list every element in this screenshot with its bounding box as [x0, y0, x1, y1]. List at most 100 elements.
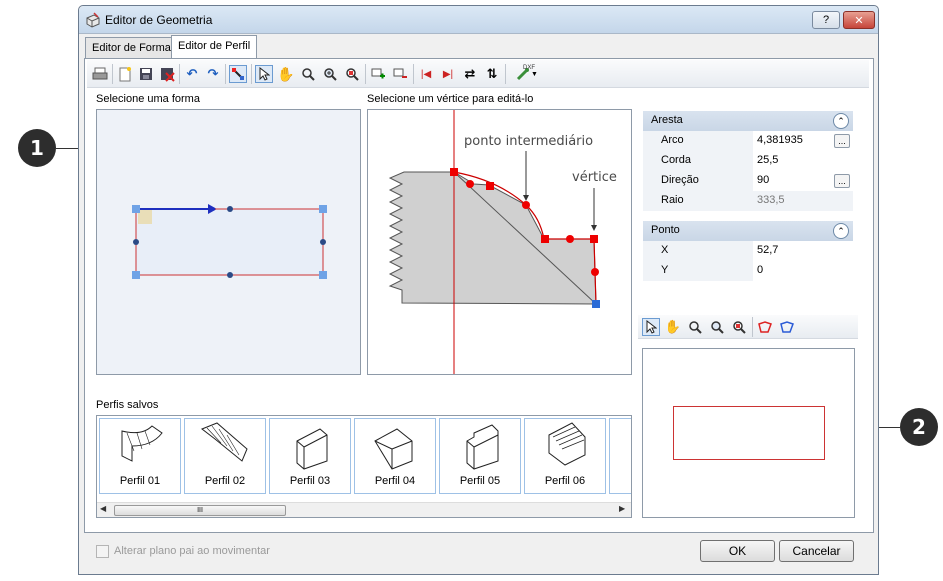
- toolbar-separator: [225, 64, 226, 84]
- profile-thumbnail[interactable]: Perfil 06: [524, 418, 606, 494]
- edit-vertex-icon[interactable]: [229, 65, 247, 83]
- profile-label: Perfil 04: [374, 475, 416, 487]
- profile-thumbnail[interactable]: Perfil 05: [439, 418, 521, 494]
- scroll-grip: III: [197, 507, 203, 514]
- saved-profiles-label: Perfis salvos: [96, 399, 159, 411]
- print-icon[interactable]: [91, 65, 109, 83]
- profile-02-icon: [200, 422, 248, 462]
- aresta-header[interactable]: Aresta ⌃: [643, 111, 853, 131]
- profile-label: Perfil 03: [289, 475, 331, 487]
- tab-shape-editor[interactable]: Editor de Forma: [85, 37, 178, 58]
- vertex-panel-label: Selecione um vértice para editá-lo: [367, 93, 534, 105]
- scroll-left-icon[interactable]: ◀: [100, 504, 106, 513]
- property-row-y[interactable]: Y 0: [643, 261, 853, 281]
- reverse-icon[interactable]: ⇄: [461, 65, 479, 83]
- profile-03-icon: [296, 428, 328, 470]
- profile-label: Perfil 01: [119, 475, 161, 487]
- property-row-x[interactable]: X 52,7: [643, 241, 853, 261]
- move-parent-plane-checkbox[interactable]: [96, 545, 109, 558]
- add-vertex-icon[interactable]: [369, 65, 387, 83]
- red-profile-icon[interactable]: [756, 318, 774, 336]
- property-key: Raio: [643, 191, 753, 211]
- property-key: Arco: [643, 131, 753, 151]
- intermediate-point-annotation: ponto intermediário: [464, 134, 594, 149]
- toolbar-separator: [112, 64, 113, 84]
- horizontal-scrollbar[interactable]: ◀ III ▶: [97, 502, 631, 517]
- undo-icon[interactable]: ↶: [183, 65, 201, 83]
- flip-icon[interactable]: ⇅: [483, 65, 501, 83]
- remove-vertex-icon[interactable]: [391, 65, 409, 83]
- select-icon[interactable]: [255, 65, 273, 83]
- ponto-header[interactable]: Ponto ⌃: [643, 221, 853, 241]
- profile-01-icon: [121, 425, 163, 462]
- aresta-header-label: Aresta: [651, 114, 683, 126]
- profile-thumbnail[interactable]: Perfil 03: [269, 418, 351, 494]
- help-button[interactable]: ?: [812, 11, 840, 29]
- select-icon[interactable]: [642, 318, 660, 336]
- collapse-icon[interactable]: ⌃: [833, 223, 849, 239]
- last-icon[interactable]: ▶|: [439, 65, 457, 83]
- toolbar-separator: [752, 317, 753, 337]
- blue-profile-icon[interactable]: [778, 318, 796, 336]
- thumbnails-strip: Perfil 01 Perfil 02 Perfil 03 Perfil 04 …: [99, 418, 631, 496]
- zoom-in-icon[interactable]: [708, 318, 726, 336]
- preview-toolbar: ✋: [638, 315, 858, 339]
- arco-browse-button[interactable]: ...: [834, 134, 850, 148]
- title-bar[interactable]: Editor de Geometria ? ✕: [79, 6, 878, 34]
- profile-drawing: [388, 110, 600, 374]
- pan-icon[interactable]: ✋: [277, 65, 295, 83]
- property-key: Y: [643, 261, 753, 281]
- vertex-canvas[interactable]: ponto intermediário vértice: [367, 109, 632, 375]
- profile-06-icon: [548, 422, 586, 466]
- profile-label: Perfil 05: [459, 475, 501, 487]
- first-icon[interactable]: |◀: [417, 65, 435, 83]
- scroll-right-icon[interactable]: ▶: [619, 504, 625, 513]
- profile-thumbnail[interactable]: Perfil 04: [354, 418, 436, 494]
- profile-04-icon: [374, 428, 413, 470]
- property-row-corda[interactable]: Corda 25,5: [643, 151, 853, 171]
- delete-icon[interactable]: [158, 65, 176, 83]
- redo-icon[interactable]: ↷: [204, 65, 222, 83]
- ponto-header-label: Ponto: [651, 224, 680, 236]
- pan-icon[interactable]: ✋: [664, 318, 682, 336]
- property-key: X: [643, 241, 753, 261]
- new-icon[interactable]: [116, 65, 134, 83]
- property-value[interactable]: 25,5: [753, 151, 853, 171]
- tab-profile-editor[interactable]: Editor de Perfil: [171, 35, 258, 59]
- property-value[interactable]: 0: [753, 261, 853, 281]
- dropdown-arrow-icon[interactable]: ▼: [531, 71, 538, 78]
- property-grid: Aresta ⌃ Arco 4,381935 ... Corda 25,5 Di…: [643, 111, 853, 281]
- zoom-fit-icon[interactable]: [343, 65, 361, 83]
- window-title: Editor de Geometria: [105, 13, 213, 27]
- zoom-icon[interactable]: [686, 318, 704, 336]
- callout-2: 2: [900, 408, 938, 446]
- shape-panel-label: Selecione uma forma: [96, 93, 200, 105]
- collapse-icon[interactable]: ⌃: [833, 113, 849, 129]
- profile-thumbnail-partial[interactable]: [609, 418, 631, 494]
- profile-thumbnail[interactable]: Perfil 02: [184, 418, 266, 494]
- geometry-editor-window: Editor de Geometria ? ✕ Editor de Forma …: [78, 5, 879, 575]
- close-button[interactable]: ✕: [843, 11, 875, 29]
- zoom-in-icon[interactable]: [321, 65, 339, 83]
- callout-1: 1: [18, 129, 56, 167]
- property-row-arco[interactable]: Arco 4,381935 ...: [643, 131, 853, 151]
- toolbar-separator: [505, 64, 506, 84]
- main-toolbar: ↶ ↷ ✋ |◀ ▶| ⇄ ⇅ DXF ▼: [87, 60, 869, 88]
- direcao-browse-button[interactable]: ...: [834, 174, 850, 188]
- cancel-button[interactable]: Cancelar: [779, 540, 854, 562]
- zoom-fit-icon[interactable]: [730, 318, 748, 336]
- property-row-direcao[interactable]: Direção 90 ...: [643, 171, 853, 191]
- profile-label: Perfil 02: [204, 475, 246, 487]
- shape-drawing: [132, 204, 327, 279]
- toolbar-separator: [365, 64, 366, 84]
- zoom-icon[interactable]: [299, 65, 317, 83]
- shape-canvas[interactable]: [96, 109, 361, 375]
- scroll-thumb[interactable]: III: [114, 505, 286, 516]
- profile-thumbnail[interactable]: Perfil 01: [99, 418, 181, 494]
- geometry-editor-icon: [86, 12, 100, 28]
- property-value[interactable]: 52,7: [753, 241, 853, 261]
- dxf-export-icon[interactable]: DXF ▼: [509, 65, 538, 83]
- ok-button[interactable]: OK: [700, 540, 775, 562]
- save-icon[interactable]: [137, 65, 155, 83]
- property-value: 333,5: [753, 191, 853, 211]
